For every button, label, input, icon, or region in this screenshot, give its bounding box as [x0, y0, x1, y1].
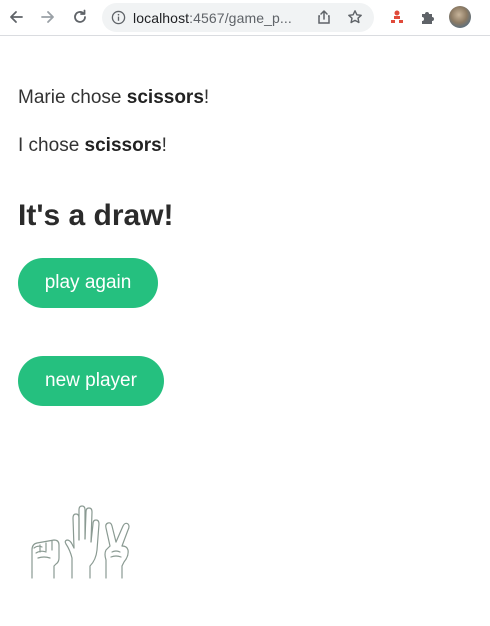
- star-icon[interactable]: [347, 9, 363, 25]
- info-icon[interactable]: [111, 10, 126, 25]
- rock-paper-scissors-hands-illustration: [31, 505, 130, 579]
- my-choice-line: I chose scissors!: [18, 135, 167, 157]
- url-path: :4567/game_p...: [189, 10, 292, 26]
- my-choice: scissors: [84, 135, 162, 156]
- url-host: localhost: [133, 10, 190, 26]
- me-text: I chose: [18, 135, 85, 156]
- address-bar[interactable]: localhost:4567/game_p...: [102, 3, 374, 32]
- url-text[interactable]: localhost:4567/game_p...: [133, 10, 311, 26]
- opponent-name: Marie: [18, 87, 66, 108]
- forward-arrow-icon[interactable]: [37, 6, 59, 28]
- chose-text: chose: [65, 87, 127, 108]
- browser-toolbar: localhost:4567/game_p...: [0, 0, 490, 36]
- back-arrow-icon[interactable]: [5, 6, 27, 28]
- profile-avatar[interactable]: [449, 6, 471, 28]
- exclamation: !: [161, 135, 167, 156]
- opponent-choice-line: Marie chose scissors!: [18, 87, 209, 109]
- share-icon[interactable]: [316, 9, 332, 25]
- puzzle-icon[interactable]: [419, 8, 437, 26]
- play-again-button[interactable]: play again: [18, 258, 158, 308]
- extension-icon[interactable]: [388, 8, 406, 26]
- new-player-button[interactable]: new player: [18, 356, 164, 406]
- exclamation: !: [203, 87, 210, 108]
- opponent-choice: scissors: [126, 87, 204, 108]
- game-result: It's a draw!: [18, 199, 174, 232]
- reload-icon[interactable]: [69, 6, 91, 28]
